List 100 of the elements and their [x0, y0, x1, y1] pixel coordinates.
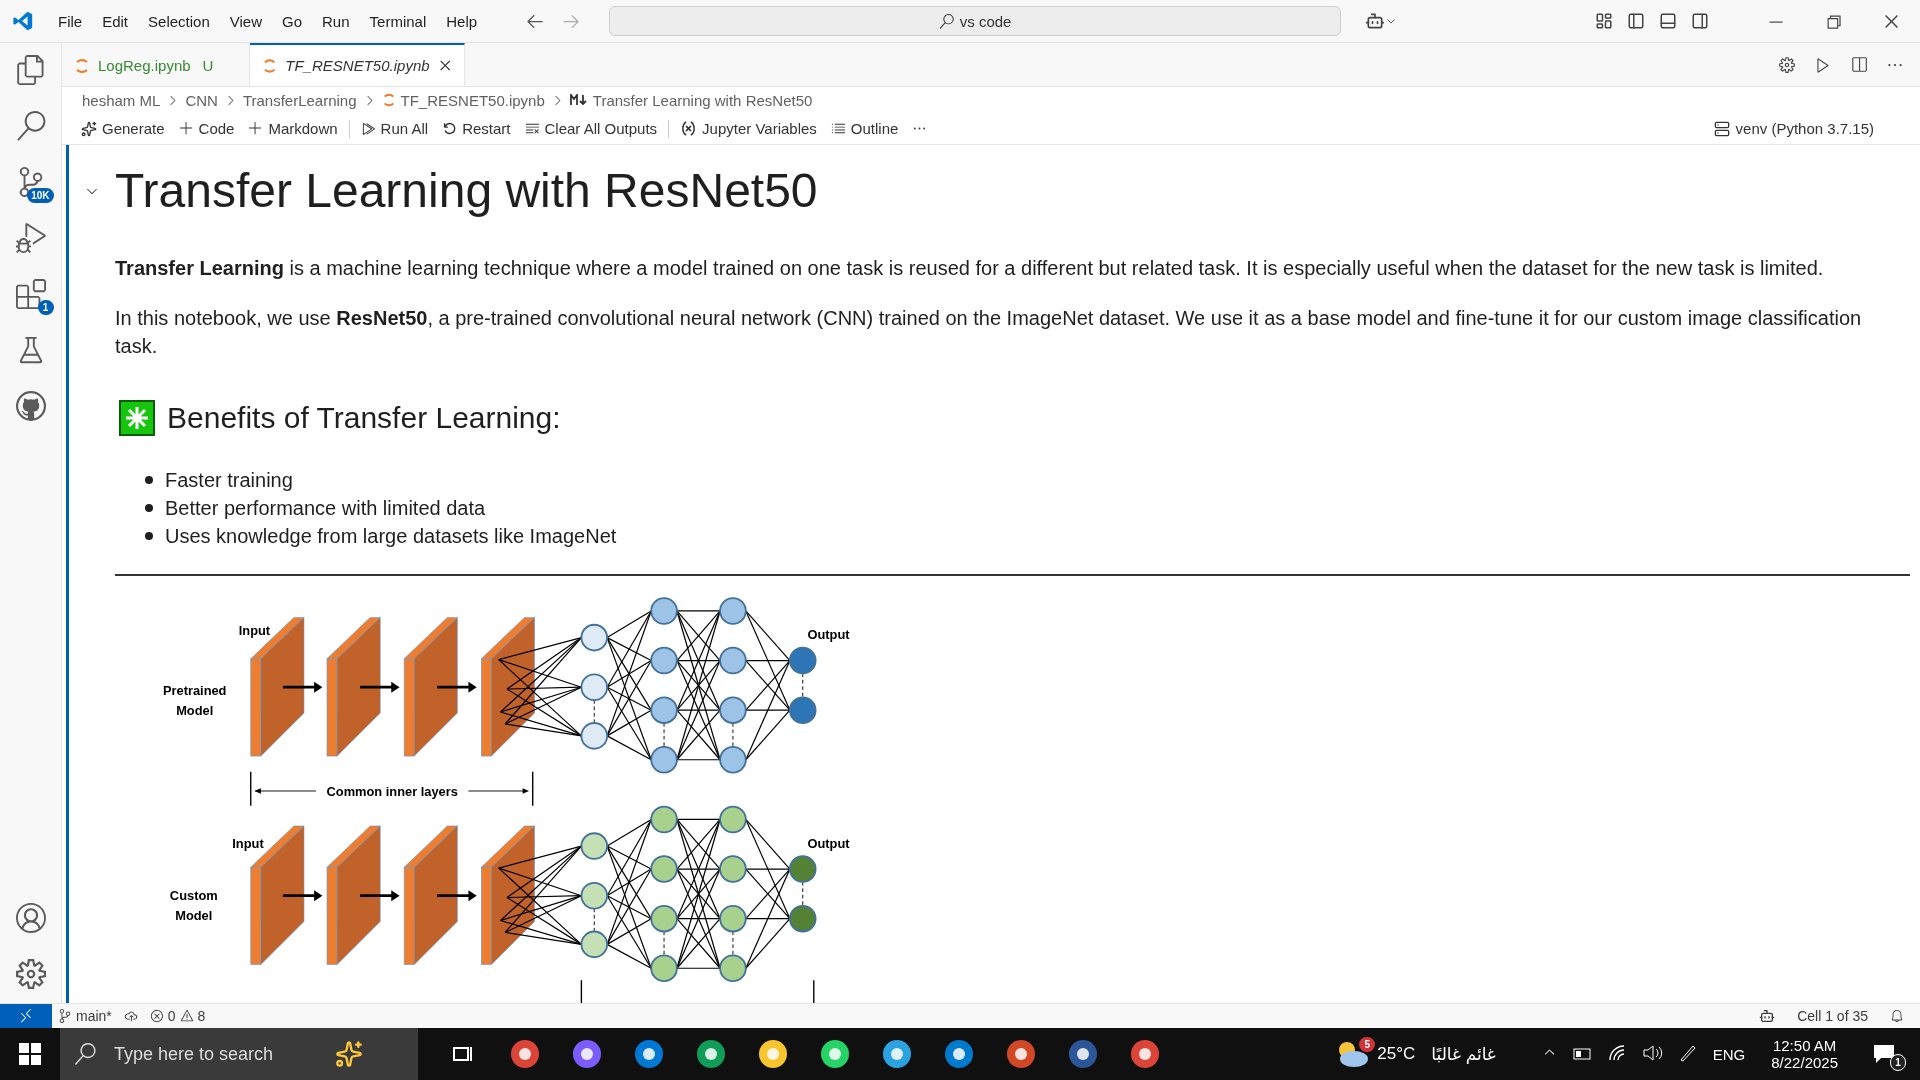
error-icon: [149, 1009, 164, 1023]
toolbar-button[interactable]: Clear All Outputs: [517, 120, 665, 137]
search-icon: [74, 1043, 96, 1065]
taskbar-search-field[interactable]: Type here to search: [60, 1028, 418, 1080]
app-icon[interactable]: [1068, 1039, 1098, 1069]
editor-tab[interactable]: TF_RESNET50.ipynb: [250, 43, 465, 86]
split-editor-icon[interactable]: [1850, 55, 1868, 74]
diagram-label: Input: [232, 835, 264, 851]
menu-item[interactable]: Terminal: [359, 12, 437, 30]
diagram-label: Pretrained: [162, 683, 227, 699]
paragraph: Transfer Learning is a machine learning technique where a model trained on one task is reused for a different but related task. It is especially useful when the dataset for the new task is limited.: [115, 256, 1825, 281]
clock-time[interactable]: 12:50 AM: [1764, 1037, 1845, 1054]
diagram-label: Custom: [169, 888, 218, 904]
settings-icon[interactable]: [15, 959, 46, 989]
count-badge: 1: [37, 300, 54, 315]
list-icon: [830, 121, 846, 136]
wifi-icon[interactable]: [1608, 1044, 1627, 1061]
left-panel-icon[interactable]: [1627, 12, 1645, 30]
breadcrumb-item[interactable]: TF_RESNET50.ipynb: [400, 91, 545, 109]
app-icon[interactable]: [696, 1039, 726, 1069]
breadcrumb-item[interactable]: hesham ML: [82, 91, 161, 109]
markdown-icon: [569, 94, 588, 106]
speaker-icon[interactable]: [1642, 1044, 1663, 1061]
pen-icon[interactable]: [1678, 1043, 1697, 1062]
github-icon[interactable]: [15, 391, 46, 421]
notification-badge: 1: [1890, 1054, 1906, 1071]
toolbar-button[interactable]: Restart: [435, 120, 518, 137]
problems-status[interactable]: 0 8: [143, 1008, 212, 1024]
battery-icon[interactable]: [1572, 1047, 1593, 1060]
notebook-heading: Transfer Learning with ResNet50: [115, 163, 819, 218]
account-icon[interactable]: [15, 903, 46, 933]
app-icon[interactable]: [758, 1039, 788, 1069]
extensions-icon[interactable]: [15, 279, 46, 309]
untracked-label: U: [202, 57, 214, 74]
clock-date[interactable]: 8/22/2025: [1763, 1054, 1846, 1071]
diagram-label: Output: [807, 627, 850, 643]
run-all-icon: [360, 121, 376, 136]
menu-item[interactable]: Edit: [92, 12, 139, 30]
notification-bell-icon[interactable]: [1890, 1009, 1904, 1023]
bullet-item: Uses knowledge from large datasets like ImageNet: [165, 524, 617, 549]
files-icon[interactable]: [15, 55, 46, 85]
robot-icon[interactable]: [1759, 1008, 1776, 1024]
branch-status[interactable]: main*: [52, 1008, 118, 1024]
toolbar-button[interactable]: Generate: [74, 120, 172, 137]
menu-item[interactable]: Selection: [138, 12, 220, 30]
menu-item[interactable]: Help: [436, 12, 488, 30]
branch-icon: [58, 1009, 72, 1023]
menu-item[interactable]: File: [48, 12, 93, 30]
breadcrumb-item[interactable]: Transfer Learning with ResNet50: [592, 91, 813, 109]
bottom-panel-icon[interactable]: [1659, 12, 1677, 30]
app-icon[interactable]: [572, 1039, 602, 1069]
notification-icon[interactable]: [1872, 1043, 1896, 1065]
layout-icon[interactable]: [1595, 12, 1613, 30]
app-icon[interactable]: [510, 1039, 540, 1069]
gear-icon[interactable]: [1778, 55, 1796, 74]
run-debug-icon[interactable]: [15, 223, 46, 253]
sparkle-icon: [335, 1040, 364, 1068]
menu-item[interactable]: Go: [272, 12, 312, 30]
menu-item[interactable]: View: [219, 12, 272, 30]
cell-status[interactable]: Cell 1 of 35: [1791, 1008, 1874, 1024]
toolbar-button[interactable]: Outline: [823, 120, 906, 137]
bullet-item: Faster training: [165, 468, 293, 493]
diagram-label: Output: [807, 835, 850, 851]
language-indicator[interactable]: ENG: [1704, 1045, 1754, 1063]
publish-icon[interactable]: [123, 1009, 138, 1023]
search-placeholder: Type here to search: [114, 1043, 274, 1065]
diagram-label: Model: [176, 702, 214, 718]
toolbar-button[interactable]: Run All: [353, 120, 436, 137]
app-logo-icon: [12, 10, 34, 32]
diagram-label: Common inner layers: [326, 783, 458, 799]
app-icon[interactable]: [944, 1039, 974, 1069]
plus-icon: [178, 121, 194, 136]
command-center-field[interactable]: vs code: [609, 6, 1342, 36]
clear-icon: [524, 121, 540, 136]
app-icon[interactable]: [634, 1039, 664, 1069]
bullet-item: Better performance with limited data: [165, 496, 486, 521]
tab-label: TF_RESNET50.ipynb: [285, 57, 430, 74]
paragraph: In this notebook, we use ResNet50, a pre-trained convolutional neural network (CNN) trained on the ImageNet dataset. We use it as a base model and fine-tune it for our custom image classification task.: [115, 306, 1863, 359]
close-icon[interactable]: [437, 58, 452, 73]
section-heading: Benefits of Transfer Learning:: [167, 401, 561, 435]
toolbar-button[interactable]: Markdown: [241, 120, 345, 137]
notebook-icon: [262, 57, 278, 74]
toolbar-button[interactable]: Code: [171, 120, 242, 137]
right-panel-icon[interactable]: [1691, 12, 1709, 30]
breadcrumb-item[interactable]: TransferLearning: [242, 91, 357, 109]
windows-logo-icon[interactable]: [19, 1043, 41, 1065]
app-icon[interactable]: [1130, 1039, 1160, 1069]
app-icon[interactable]: [882, 1039, 912, 1069]
command-center-text: vs code: [959, 12, 1012, 30]
toolbar-button[interactable]: Jupyter Variables: [673, 120, 824, 137]
menu-item[interactable]: Run: [312, 12, 360, 30]
bullet-icon: [145, 532, 153, 540]
app-icon[interactable]: [820, 1039, 850, 1069]
weather-badge: 5: [1359, 1037, 1376, 1052]
app-icon[interactable]: [1006, 1039, 1036, 1069]
breadcrumb-item[interactable]: CNN: [185, 91, 218, 109]
robot-icon[interactable]: [1365, 11, 1386, 31]
sparkle-icon: [81, 120, 97, 137]
kernel-picker[interactable]: venv (Python 3.7.15): [1707, 119, 1880, 138]
search-icon[interactable]: [15, 111, 46, 141]
